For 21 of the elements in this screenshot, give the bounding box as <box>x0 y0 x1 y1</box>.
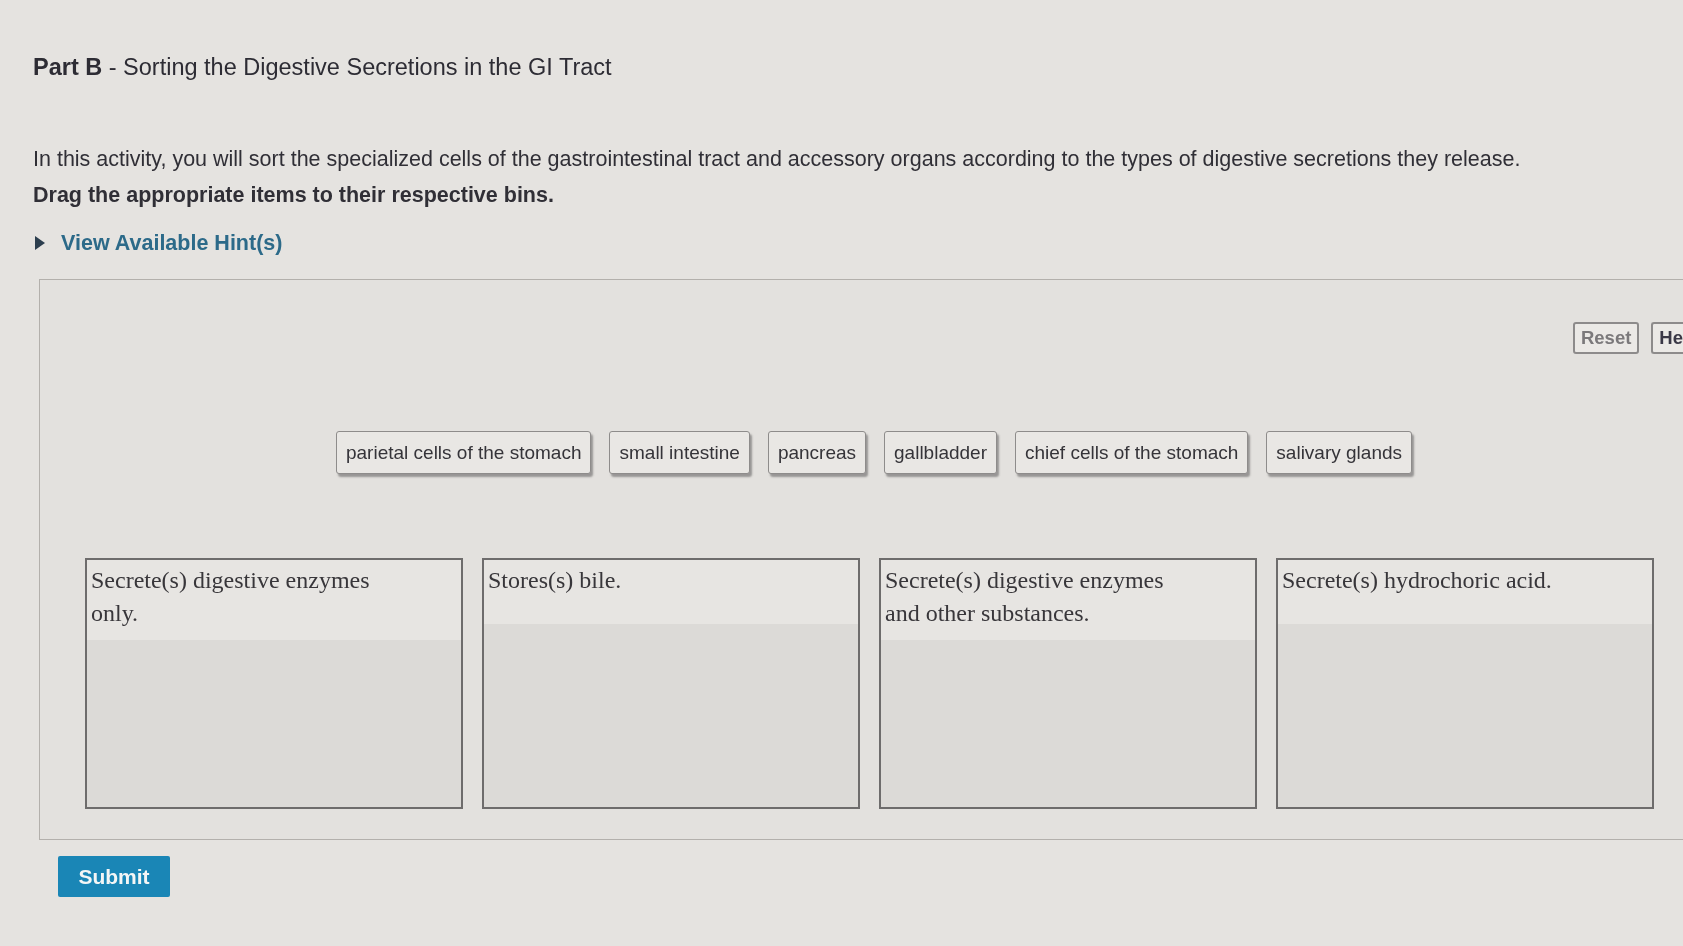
bin-label: Secrete(s) digestive enzymes and other substances. <box>885 566 1165 628</box>
instructions-text: In this activity, you will sort the specialized cells of the gastrointestinal tract and accessory organs according to the types of digestive secretions they release. <box>33 146 1521 173</box>
draggable-item[interactable]: chief cells of the stomach <box>1015 431 1249 474</box>
draggable-item[interactable]: gallbladder <box>884 431 997 474</box>
draggable-item[interactable]: small intestine <box>609 431 750 474</box>
bin-label: Secrete(s) digestive enzymes only. <box>91 566 371 628</box>
reset-button[interactable]: Reset <box>1572 322 1640 354</box>
drop-bin[interactable]: Stores(s) bile. <box>482 558 860 809</box>
directive-text: Drag the appropriate items to their respective bins. <box>33 182 554 209</box>
draggable-item[interactable]: parietal cells of the stomach <box>335 431 592 474</box>
bin-label: Secrete(s) hydrochoric acid. <box>1282 566 1553 595</box>
view-hints-link[interactable]: View Available Hint(s) <box>61 229 283 257</box>
part-title: Part B - Sorting the Digestive Secretions in the GI Tract <box>33 53 612 82</box>
drop-bin[interactable]: Secrete(s) digestive enzymes only. <box>85 558 463 809</box>
submit-button[interactable]: Submit <box>58 856 170 897</box>
help-button[interactable]: He <box>1651 322 1683 354</box>
drop-bin[interactable]: Secrete(s) digestive enzymes and other substances. <box>879 558 1257 809</box>
draggable-item[interactable]: pancreas <box>767 431 867 474</box>
drop-bin[interactable]: Secrete(s) hydrochoric acid. <box>1276 558 1654 809</box>
draggable-item[interactable]: salivary glands <box>1266 431 1412 474</box>
bin-label: Stores(s) bile. <box>488 566 623 595</box>
